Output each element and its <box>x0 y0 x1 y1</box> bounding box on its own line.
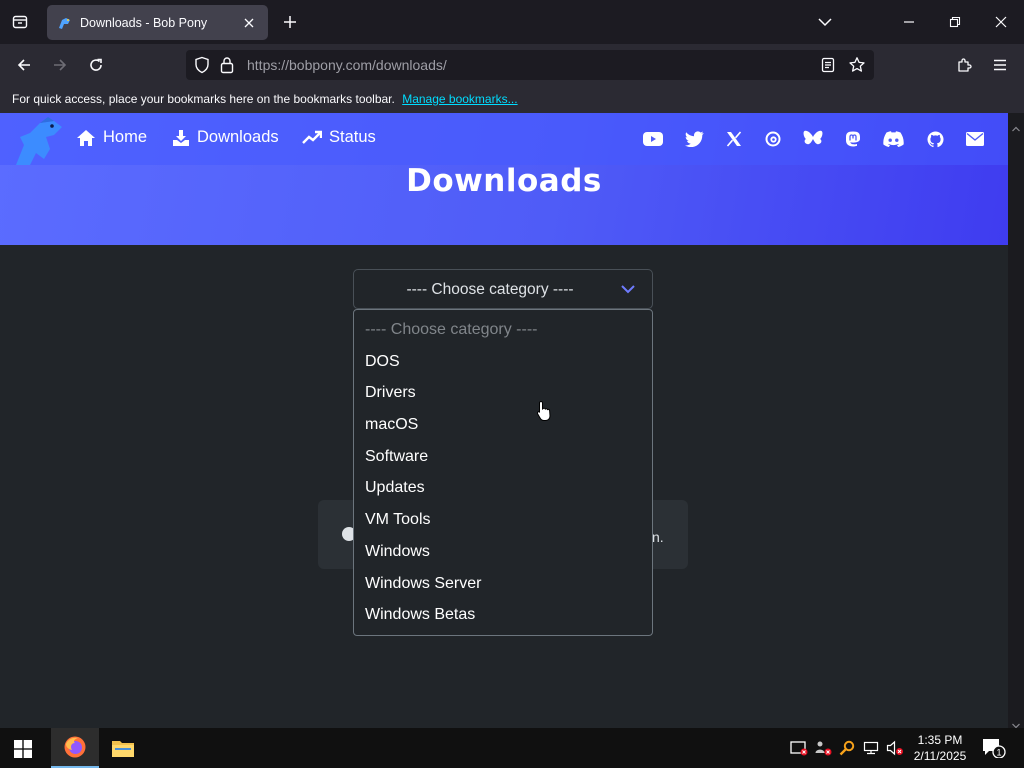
nav-home-label: Home <box>103 128 148 146</box>
bob-pony-logo[interactable] <box>10 115 66 167</box>
bookmarks-toolbar: For quick access, place your bookmarks h… <box>0 86 1024 113</box>
mail-icon[interactable] <box>964 129 986 149</box>
web-page: Home Downloads Status Downloads n. ---- … <box>0 113 1008 728</box>
youtube-icon[interactable] <box>642 129 664 149</box>
home-icon <box>77 129 95 146</box>
menu-icon[interactable] <box>987 53 1013 77</box>
notification-center-icon[interactable]: 1 <box>982 738 1006 763</box>
manage-bookmarks-link[interactable]: Manage bookmarks... <box>402 92 517 106</box>
site-favicon-icon <box>57 15 73 31</box>
x-icon[interactable] <box>723 129 745 149</box>
security-tray-icon[interactable] <box>790 739 808 757</box>
volume-muted-tray-icon[interactable] <box>886 739 904 757</box>
clock-time: 1:35 PM <box>917 733 963 747</box>
hand-cursor-icon <box>536 400 552 427</box>
site-navbar: Home Downloads Status <box>0 113 1008 165</box>
taskbar-file-explorer[interactable] <box>99 728 147 768</box>
browser-nav-bar: https://bobpony.com/downloads/ <box>0 44 1024 86</box>
tracking-protection-icon[interactable] <box>194 56 210 79</box>
browser-tab-strip: Downloads - Bob Pony <box>0 0 1024 44</box>
lock-icon[interactable] <box>220 56 234 79</box>
search-tray-icon[interactable] <box>838 739 856 757</box>
folder-icon <box>112 741 134 757</box>
category-option-vm-tools[interactable]: VM Tools <box>354 504 652 536</box>
category-option-dos[interactable]: DOS <box>354 346 652 378</box>
firefox-icon <box>64 736 86 758</box>
github-icon[interactable] <box>924 129 946 149</box>
category-option-drivers[interactable]: Drivers <box>354 377 652 409</box>
clock-date: 2/11/2025 <box>913 749 967 763</box>
category-option-windows[interactable]: Windows <box>354 536 652 568</box>
reload-icon[interactable] <box>83 53 109 77</box>
discord-icon[interactable] <box>882 129 904 149</box>
nav-downloads[interactable]: Downloads <box>172 128 279 147</box>
nav-status-label: Status <box>329 128 376 146</box>
info-card-text: n. <box>652 529 664 545</box>
bookmark-star-icon[interactable] <box>848 56 866 79</box>
forward-icon[interactable] <box>47 53 73 77</box>
url-bar[interactable]: https://bobpony.com/downloads/ <box>186 50 874 80</box>
nav-home[interactable]: Home <box>76 128 147 147</box>
close-window-icon[interactable] <box>988 10 1014 34</box>
list-all-tabs-icon[interactable] <box>812 10 838 34</box>
taskbar-firefox[interactable] <box>51 728 99 768</box>
minimize-icon[interactable] <box>896 10 922 34</box>
windows-taskbar: 1:35 PM 2/11/2025 1 <box>0 728 1024 768</box>
new-tab-icon[interactable] <box>280 12 300 32</box>
reader-view-icon[interactable] <box>820 56 836 79</box>
page-scrollbar[interactable] <box>1008 113 1024 728</box>
category-option-software[interactable]: Software <box>354 441 652 473</box>
category-option-placeholder[interactable]: ---- Choose category ---- <box>354 314 652 346</box>
category-option-windows-server[interactable]: Windows Server <box>354 568 652 600</box>
threads-icon[interactable] <box>762 129 784 149</box>
windows-start-icon[interactable] <box>14 740 32 763</box>
people-tray-icon[interactable] <box>814 739 832 757</box>
url-text[interactable]: https://bobpony.com/downloads/ <box>247 57 447 73</box>
twitter-icon[interactable] <box>683 129 705 149</box>
nav-status[interactable]: Status <box>302 128 376 147</box>
browser-tab[interactable]: Downloads - Bob Pony <box>47 5 268 40</box>
trending-up-icon <box>302 130 322 144</box>
category-dropdown: ---- Choose category ---- DOS Drivers ma… <box>353 309 653 636</box>
scroll-up-icon[interactable] <box>1012 119 1020 137</box>
close-tab-icon[interactable] <box>240 14 258 32</box>
category-option-updates[interactable]: Updates <box>354 472 652 504</box>
back-icon[interactable] <box>11 53 37 77</box>
bookmarks-hint: For quick access, place your bookmarks h… <box>12 92 395 106</box>
extensions-icon[interactable] <box>951 53 977 77</box>
download-icon <box>173 129 189 146</box>
notification-count: 1 <box>996 748 1001 758</box>
category-select-value: ---- Choose category ---- <box>406 281 574 298</box>
restore-icon[interactable] <box>942 10 968 34</box>
taskbar-clock[interactable]: 1:35 PM 2/11/2025 <box>906 732 974 764</box>
nav-downloads-label: Downloads <box>197 128 279 146</box>
screen: Downloads - Bob Pony https://bobpony.com… <box>0 0 1024 768</box>
tab-title: Downloads - Bob Pony <box>80 15 208 30</box>
firefox-view-icon[interactable] <box>8 10 32 34</box>
category-option-windows-betas[interactable]: Windows Betas <box>354 599 652 631</box>
network-tray-icon[interactable] <box>862 739 880 757</box>
chevron-down-icon <box>620 282 636 301</box>
category-select[interactable]: ---- Choose category ---- <box>353 269 653 309</box>
mastodon-icon[interactable] <box>842 129 864 149</box>
page-title: Downloads <box>406 163 602 199</box>
category-option-macos[interactable]: macOS <box>354 409 652 441</box>
bluesky-icon[interactable] <box>802 129 824 149</box>
